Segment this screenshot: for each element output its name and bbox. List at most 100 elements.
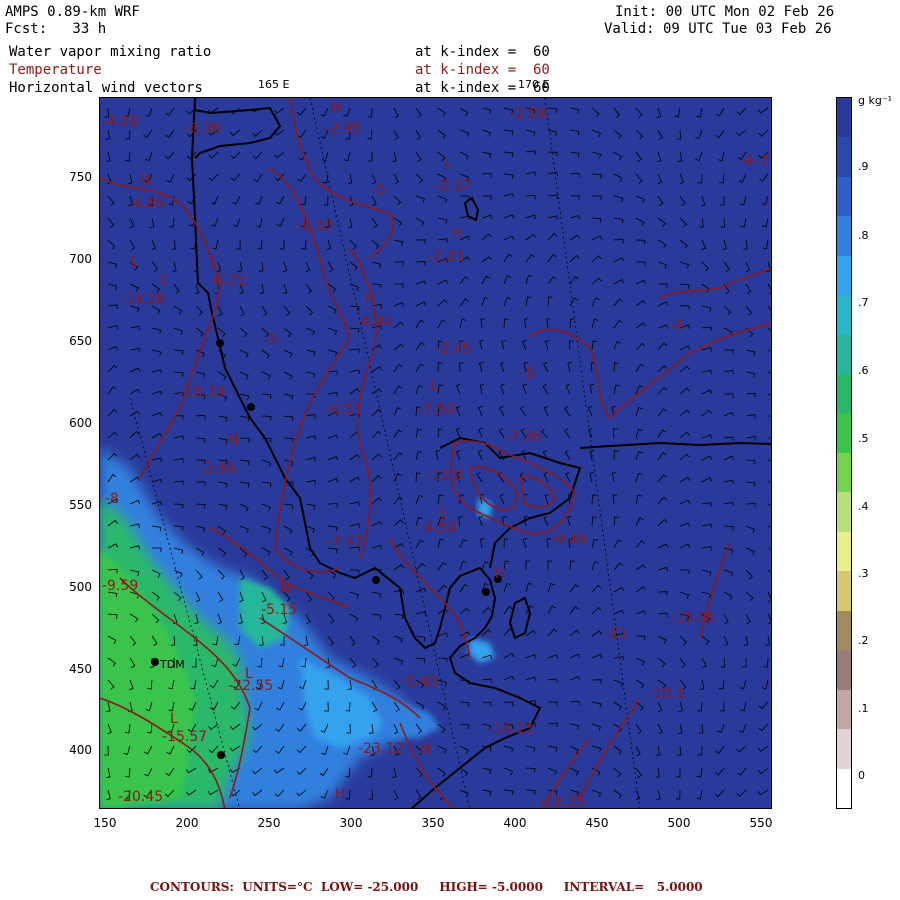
moisture-field — [100, 98, 771, 808]
temperature-label: -2.21 — [428, 249, 464, 265]
temperature-label: -15.57 — [162, 729, 207, 745]
colorbar-segment — [837, 610, 851, 651]
colorbar-segment — [837, 374, 851, 415]
temperature-label: -16.25 — [540, 794, 585, 809]
colorbar-segment — [837, 531, 851, 572]
temperature-label: -7.50 — [418, 402, 454, 418]
colorbar-label-0.6: .6 — [858, 364, 869, 377]
temperature-label: -7 — [755, 154, 769, 170]
high-marker: H — [280, 581, 291, 597]
high-marker: H — [330, 100, 341, 116]
temperature-label: -4.58 — [420, 520, 456, 536]
temperature-label: -5.15 — [261, 602, 297, 618]
temperature-label: -11 — [605, 626, 628, 642]
temperature-label: -8 — [105, 491, 119, 507]
y-tick-600: 600 — [69, 416, 92, 430]
temperature-label: -4.44 — [356, 314, 392, 330]
temperature-label: -10.1 — [648, 686, 684, 702]
temperature-label: -6.71 — [210, 273, 246, 289]
station-label: TDM — [159, 658, 185, 671]
temperature-label: -2.96 — [200, 461, 236, 477]
x-tick-550: 550 — [749, 816, 773, 830]
y-tick-650: 650 — [69, 334, 92, 348]
level-temperature: at k-index = 60 — [415, 62, 550, 78]
temperature-label: -16.14 — [180, 384, 225, 400]
y-tick-700: 700 — [69, 252, 92, 266]
valid-time: Valid: 09 UTC Tue 03 Feb 26 — [604, 21, 832, 37]
lon-label-165e: 165 E — [258, 78, 290, 91]
low-marker: L — [445, 156, 453, 172]
field-water-vapor: Water vapor mixing ratio — [9, 44, 212, 60]
low-marker: L — [430, 378, 438, 394]
colorbar-segment — [837, 98, 851, 138]
colorbar-label-0.3: .3 — [858, 567, 869, 580]
colorbar-segment — [837, 334, 851, 375]
temperature-label: -6 — [670, 318, 684, 334]
low-marker: L — [440, 506, 448, 522]
low-marker: L — [160, 272, 168, 288]
forecast-hour: Fcst: 33 h — [5, 21, 107, 37]
field-temperature: Temperature — [9, 62, 102, 78]
temperature-label: -7.36 — [505, 429, 541, 445]
y-tick-450: 450 — [69, 662, 92, 676]
temperature-label: -5 — [521, 366, 535, 382]
colorbar-segment — [837, 453, 851, 493]
low-marker: L — [170, 711, 178, 727]
colorbar-segment — [837, 768, 851, 809]
temperature-label: -5.45 — [402, 674, 438, 690]
temperature-label: -6.06 — [185, 121, 221, 137]
high-marker: H — [420, 742, 431, 758]
temperature-label: -6.57 — [326, 402, 362, 418]
x-tick-150: 150 — [93, 816, 117, 830]
colorbar-label-0.4: .4 — [858, 500, 869, 513]
temperature-label: -9.59 — [102, 578, 138, 594]
y-tick-550: 550 — [69, 498, 92, 512]
colorbar-label-0.7: .7 — [858, 296, 869, 309]
temperature-label: -14.13 — [488, 721, 533, 737]
colorbar-segment — [837, 216, 851, 257]
temperature-label: -2.17 — [435, 178, 471, 194]
colorbar-segment — [837, 176, 851, 217]
colorbar-segment — [837, 729, 851, 770]
colorbar — [836, 97, 852, 809]
x-tick-450: 450 — [585, 816, 609, 830]
x-tick-250: 250 — [257, 816, 281, 830]
high-marker: H — [495, 566, 506, 582]
init-time: Init: 00 UTC Mon 02 Feb 26 — [615, 4, 835, 20]
temperature-label: -12.8 — [426, 468, 462, 484]
x-tick-400: 400 — [503, 816, 527, 830]
temperature-label: -2.08 — [510, 106, 546, 122]
colorbar-label-0.1: .1 — [858, 702, 869, 715]
high-marker: H — [453, 226, 464, 242]
temperature-label: -7.47 — [327, 534, 363, 550]
temperature-label: -6.33 — [297, 218, 333, 234]
high-marker: H — [365, 291, 376, 307]
colorbar-label-0.2: .2 — [858, 634, 869, 647]
temperature-label: -5 — [372, 182, 386, 198]
y-tick-400: 400 — [69, 743, 92, 757]
colorbar-segment — [837, 689, 851, 730]
temperature-label: -4.86 — [128, 196, 164, 212]
colorbar-label-0.5: .5 — [858, 432, 869, 445]
temperature-label: -20.45 — [118, 789, 163, 805]
temperature-label: -9.49 — [550, 532, 586, 548]
model-title: AMPS 0.89-km WRF — [5, 4, 140, 20]
colorbar-segment — [837, 492, 851, 533]
colorbar-unit: g kg⁻¹ — [858, 94, 893, 107]
colorbar-segment — [837, 137, 851, 178]
temperature-label: -10.06 — [670, 610, 715, 626]
x-tick-500: 500 — [667, 816, 691, 830]
map-panel: TDM -4.28 -6.06 -2.95 -2.08 -4.86 -5 -2.17 -6.3… — [99, 97, 772, 809]
colorbar-segment — [837, 413, 851, 454]
x-tick-350: 350 — [421, 816, 445, 830]
temperature-label: -2.45 — [435, 341, 471, 357]
colorbar-label-0.9: .9 — [858, 160, 869, 173]
colorbar-segment — [837, 571, 851, 612]
x-tick-200: 200 — [175, 816, 199, 830]
colorbar-segment — [837, 650, 851, 691]
colorbar-label-0.8: .8 — [858, 229, 869, 242]
temperature-label: -5 — [264, 332, 278, 348]
temperature-label: -23.12 — [358, 741, 403, 757]
high-marker: H — [335, 786, 346, 802]
low-marker: L — [130, 254, 138, 270]
